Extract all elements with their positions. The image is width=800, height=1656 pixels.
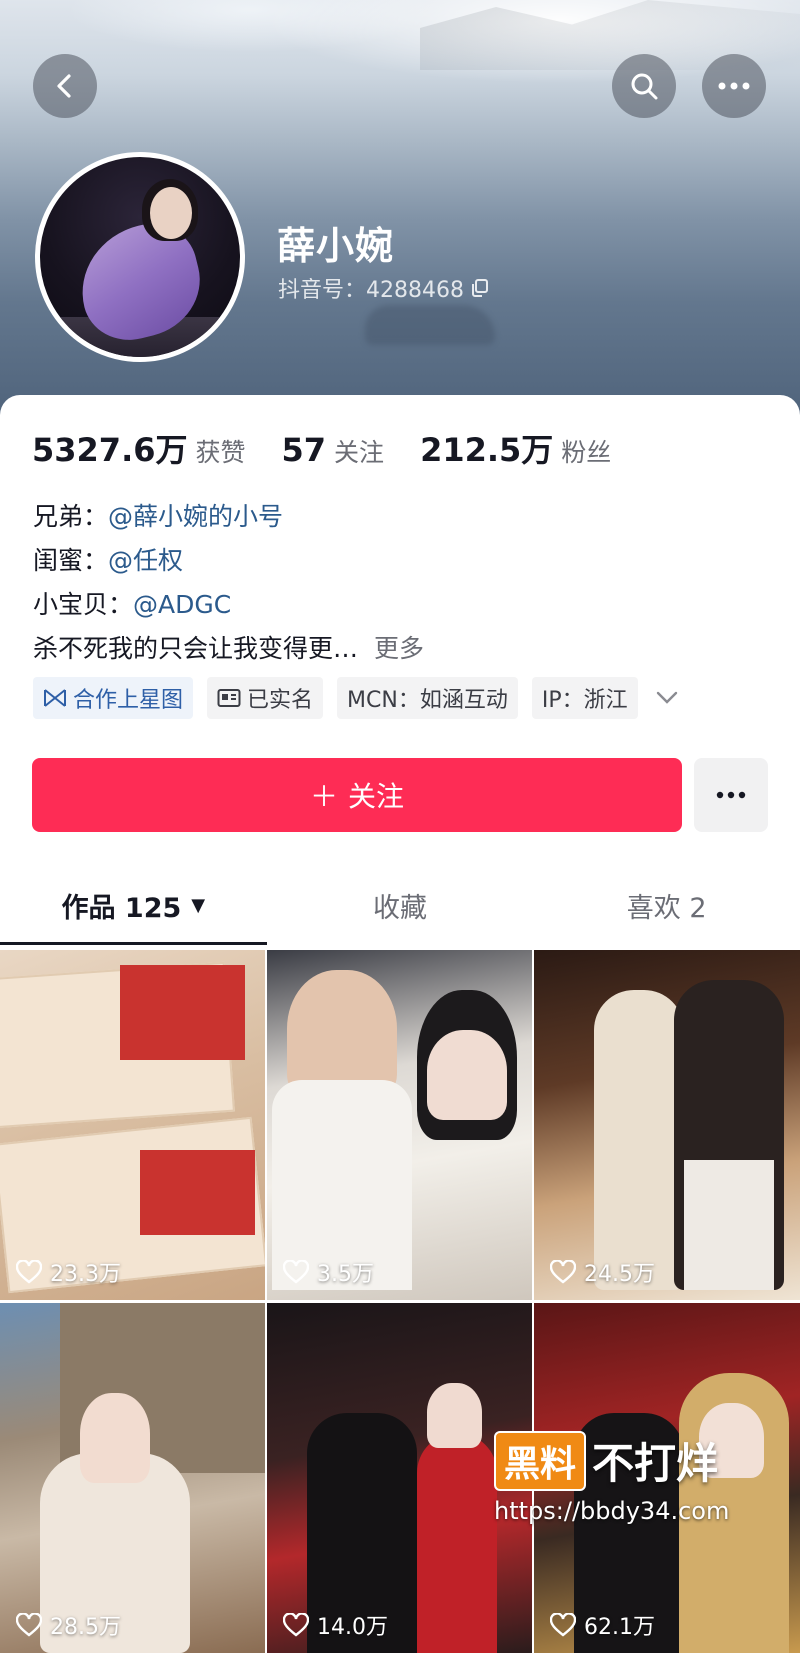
like-count: 23.3万 [16,1256,121,1288]
bio-label: 小宝贝： [33,590,134,619]
like-count-text: 28.5万 [50,1615,121,1640]
tab-works-label: 作品 125 [61,892,182,924]
like-count: 28.5万 [16,1609,121,1641]
watermark-brand: 不打烊 [592,1439,719,1488]
video-grid: 23.3万 3.5万 24.5万 28.5万 14.0万 62.1万 [0,950,800,1653]
id-card-icon [217,689,241,707]
watermark: 黑料 不打烊 https://bbdy34.com [494,1430,729,1525]
search-icon [631,73,658,100]
bio-row-bestie: 闺蜜： @任权 [33,539,424,583]
like-count: 14.0万 [283,1609,388,1641]
content-tabs: 作品 125 ▼ 收藏 喜欢 2 [0,865,800,945]
copy-icon[interactable] [470,278,490,298]
bio-signature-row: 杀不死我的只会让我变得更… 更多 [33,627,424,671]
like-count: 24.5万 [550,1256,655,1288]
mention-link[interactable]: @任权 [108,539,183,583]
search-button[interactable] [612,54,676,118]
bio-row-baby: 小宝贝： @ADGC [33,583,424,627]
tags-row: 合作上星图 已实名 MCN：如涵互动 IP：浙江 [33,677,678,719]
follow-more-button[interactable] [694,758,768,832]
verified-tag[interactable]: 已实名 [207,677,324,719]
ip-label: IP：浙江 [541,688,628,713]
heart-icon [283,1613,309,1637]
watermark-badge: 黑料 [494,1430,587,1491]
video-thumbnail[interactable]: 23.3万 [0,950,265,1300]
following-count[interactable]: 57 [282,431,327,469]
mcn-tag[interactable]: MCN：如涵互动 [337,677,518,719]
more-button[interactable] [702,54,766,118]
chevron-down-icon[interactable] [656,691,678,705]
bio-signature: 杀不死我的只会让我变得更… [33,634,359,663]
tab-favorites[interactable]: 收藏 [267,865,534,945]
watermark-logo: 黑料 不打烊 [494,1430,718,1491]
stats-row: 5327.6万 获赞 57 关注 212.5万 粉丝 [32,425,647,471]
like-count: 62.1万 [550,1609,655,1641]
heart-icon [16,1260,42,1284]
like-count-text: 3.5万 [317,1262,374,1287]
likes-label: 获赞 [195,438,246,467]
douyin-id-text: 抖音号：4288468 [278,278,464,303]
video-thumbnail[interactable]: 28.5万 [0,1303,265,1653]
verified-label: 已实名 [247,688,314,713]
video-thumbnail[interactable]: 14.0万 [267,1303,532,1653]
more-icon [718,82,750,90]
bio-row-brother: 兄弟： @薛小婉的小号 [33,495,424,539]
heart-icon [283,1260,309,1284]
back-button[interactable] [33,54,97,118]
video-thumbnail[interactable]: 24.5万 [534,950,800,1300]
back-icon [57,74,71,98]
bio-more-link[interactable]: 更多 [374,627,424,671]
bio-label: 闺蜜： [33,546,109,575]
like-count: 3.5万 [283,1256,374,1288]
cover-sled [365,305,495,345]
bio: 兄弟： @薛小婉的小号 闺蜜： @任权 小宝贝： @ADGC 杀不死我的只会让我… [33,495,424,671]
watermark-url: https://bbdy34.com [494,1497,730,1525]
following-label[interactable]: 关注 [334,433,384,469]
tab-likes-label: 喜欢 2 [626,892,707,924]
tab-likes[interactable]: 喜欢 2 [533,865,800,945]
star-map-label: 合作上星图 [73,688,184,713]
profile-cover: 薛小婉 抖音号：4288468 [0,0,800,420]
mention-link[interactable]: @薛小婉的小号 [108,495,283,539]
star-map-tag[interactable]: 合作上星图 [33,677,194,719]
heart-icon [550,1260,576,1284]
heart-icon [550,1613,576,1637]
followers-label[interactable]: 粉丝 [561,433,611,469]
like-count-text: 62.1万 [584,1615,655,1640]
mcn-label: MCN：如涵互动 [347,688,508,713]
tab-works[interactable]: 作品 125 ▼ [0,865,267,945]
douyin-id[interactable]: 抖音号：4288468 [278,272,490,304]
bio-label: 兄弟： [33,502,109,531]
follow-button[interactable]: ＋ 关注 [32,758,682,832]
heart-icon [16,1613,42,1637]
follow-label: 关注 [348,780,405,813]
followers-count[interactable]: 212.5万 [420,425,553,471]
like-count-text: 24.5万 [584,1262,655,1287]
likes-count: 5327.6万 [32,431,188,469]
ip-tag: IP：浙江 [531,677,638,719]
more-icon [716,791,746,799]
like-count-text: 23.3万 [50,1262,121,1287]
star-map-icon [44,689,66,707]
tab-favorites-label: 收藏 [373,892,427,924]
plus-icon: ＋ [309,780,338,813]
avatar[interactable] [35,152,245,362]
like-count-text: 14.0万 [317,1615,388,1640]
video-thumbnail[interactable]: 3.5万 [267,950,532,1300]
nickname: 薛小婉 [277,224,395,268]
mention-link[interactable]: @ADGC [133,583,231,627]
caret-down-icon: ▼ [191,894,206,916]
